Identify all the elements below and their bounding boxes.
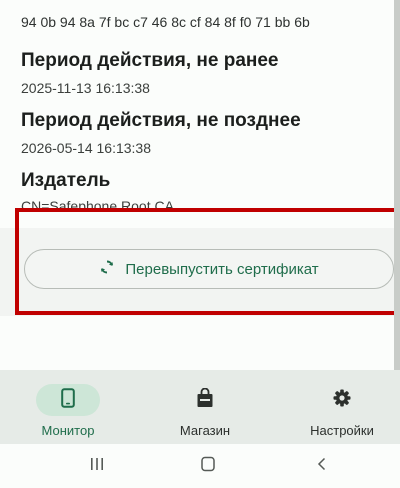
phone-icon [61, 387, 75, 413]
fingerprint-tail: 94 0b 94 8a 7f bc c7 46 8c cf 84 8f f0 7… [21, 14, 310, 30]
nav-item-settings[interactable]: Настройки [292, 370, 392, 444]
reissue-button-label: Перевыпустить сертификат [125, 260, 319, 278]
nav-item-monitor[interactable]: Монитор [18, 370, 118, 444]
gear-icon [332, 388, 352, 413]
system-navigation-bar [0, 444, 400, 488]
valid-from-value: 2025-11-13 16:13:38 [21, 80, 150, 96]
valid-from-label: Период действия, не ранее [21, 50, 279, 71]
recent-apps-button[interactable] [75, 452, 119, 480]
recent-apps-icon [89, 456, 105, 477]
refresh-icon [99, 259, 115, 280]
nav-label-settings: Настройки [310, 423, 374, 438]
nav-pill-monitor [36, 384, 100, 416]
valid-to-label: Период действия, не позднее [21, 110, 301, 131]
nav-pill-settings [310, 384, 374, 416]
issuer-value: CN=Safephone Root CA [21, 198, 174, 211]
issuer-label: Издатель [21, 170, 111, 191]
nav-label-monitor: Монитор [41, 423, 95, 438]
valid-to-value: 2026-05-14 16:13:38 [21, 140, 151, 156]
nav-label-store: Магазин [179, 423, 231, 438]
bottom-navigation: Монитор Магазин Настройки [0, 370, 400, 444]
shopping-bag-icon [196, 387, 214, 413]
nav-item-store[interactable]: Магазин [155, 370, 255, 444]
home-icon [200, 456, 216, 477]
back-button[interactable] [300, 452, 344, 480]
back-icon [314, 456, 330, 477]
nav-pill-store [173, 384, 237, 416]
reissue-certificate-button[interactable]: Перевыпустить сертификат [24, 249, 394, 289]
home-button[interactable] [186, 452, 230, 480]
